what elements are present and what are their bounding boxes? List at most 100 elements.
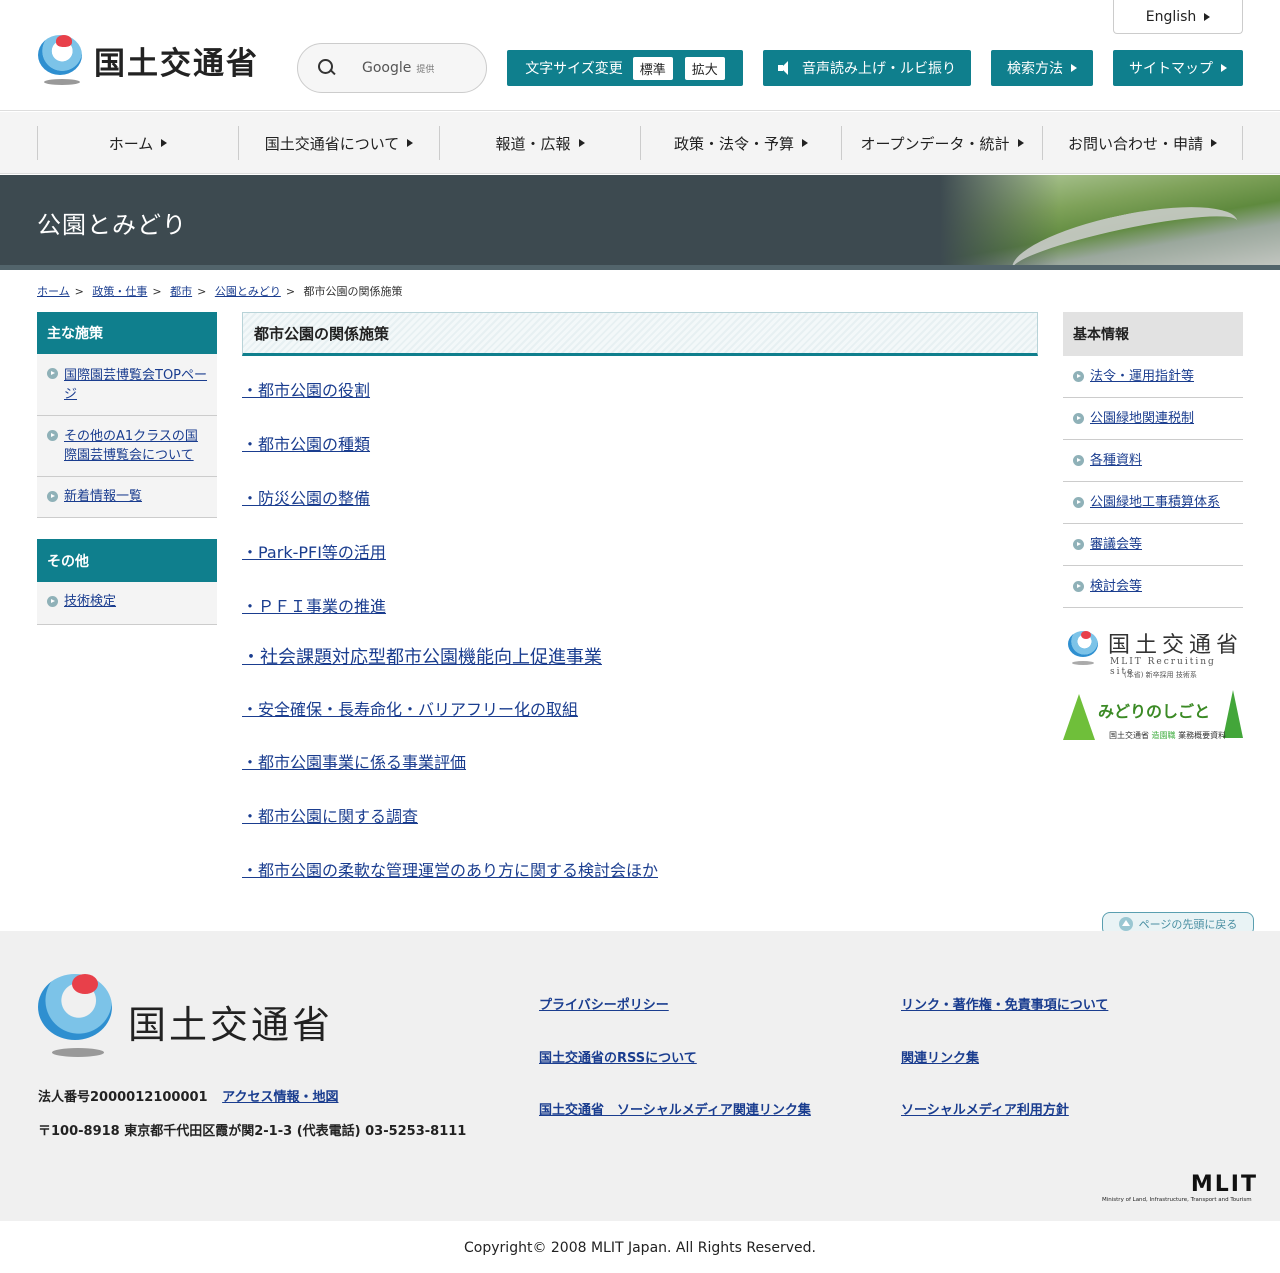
breadcrumb-policy[interactable]: 政策・仕事	[92, 285, 147, 298]
voice-reading-label: 音声読み上げ・ルビ振り	[802, 61, 956, 77]
footer-logo-text: 国土交通省	[128, 1003, 334, 1047]
nav-item-policy[interactable]: 政策・法令・予算	[640, 126, 841, 160]
search-method-label: 検索方法	[1007, 61, 1063, 77]
link-park-survey[interactable]: ・都市公園に関する調査	[242, 807, 418, 826]
list-item: ・都市公園事業に係る事業評価	[242, 749, 466, 773]
social-media-policy-link[interactable]: ソーシャルメディア利用方針	[901, 1099, 1069, 1118]
sidebar-heading-other: その他	[37, 539, 217, 582]
triangle-right-icon	[578, 139, 585, 147]
english-link[interactable]: English	[1113, 0, 1243, 34]
page-title: 都市公園の関係施策	[242, 312, 1038, 356]
list-item: ・Park-PFI等の活用	[242, 539, 386, 563]
rss-link[interactable]: 国土交通省のRSSについて	[539, 1047, 697, 1066]
breadcrumb-home[interactable]: ホーム	[37, 285, 70, 298]
list-item: ・安全確保・長寿命化・バリアフリー化の取組	[242, 696, 578, 720]
copyright-disclaimer-link[interactable]: リンク・著作権・免責事項について	[901, 994, 1108, 1013]
search-box[interactable]: Google 提供	[297, 43, 487, 93]
recruit-banner[interactable]: 国土交通省 MLIT Recruiting site (本省) 新卒採用 技術系	[1066, 627, 1244, 683]
green-banner-caption: 国土交通省 造園職 業務概要資料	[1109, 730, 1226, 741]
link-disaster-park[interactable]: ・防災公園の整備	[242, 489, 370, 508]
arrow-up-icon	[1118, 917, 1133, 931]
copyright: Copyright© 2008 MLIT Japan. All Rights R…	[464, 1239, 816, 1256]
sidebar-item: 新着情報一覧	[37, 477, 217, 518]
footer-address: 〒100-8918 東京都千代田区霞が関2-1-3 (代表電話) 03-5253…	[38, 1124, 467, 1139]
link-safety-barrierfree[interactable]: ・安全確保・長寿命化・バリアフリー化の取組	[242, 700, 578, 719]
sidebar-item-committees[interactable]: 検討会等	[1090, 579, 1142, 594]
sidebar-heading-basic: 基本情報	[1063, 312, 1243, 356]
font-size-label: 文字サイズ変更	[525, 61, 623, 77]
sidebar-item-cost-system[interactable]: 公園緑地工事積算体系	[1090, 495, 1220, 510]
circle-arrow-icon	[47, 430, 58, 441]
sidebar-item-tech-exam[interactable]: 技術検定	[64, 594, 116, 609]
nav-item-about[interactable]: 国土交通省について	[238, 126, 439, 160]
privacy-policy-link[interactable]: プライバシーポリシー	[539, 994, 669, 1013]
global-nav: ホーム 国土交通省について 報道・広報 政策・法令・予算 オープンデータ・統計 …	[0, 112, 1280, 174]
nav-item-contact[interactable]: お問い合わせ・申請	[1042, 126, 1243, 160]
sidebar-heading-main: 主な施策	[37, 312, 217, 354]
mlit-wordmark-sub: Ministry of Land, Infrastructure, Transp…	[1102, 1197, 1252, 1203]
sidebar-item-laws[interactable]: 法令・運用指針等	[1090, 369, 1194, 384]
nav-item-label: ホーム	[108, 134, 154, 153]
circle-arrow-icon	[47, 596, 58, 607]
triangle-right-icon	[407, 139, 414, 147]
triangle-right-icon	[1211, 139, 1217, 147]
english-label: English	[1145, 8, 1197, 25]
tree-icon	[1063, 694, 1095, 740]
font-size-standard-button[interactable]: 標準	[632, 56, 673, 80]
sidebar-item-councils[interactable]: 審議会等	[1090, 537, 1142, 552]
voice-reading-button[interactable]: 音声読み上げ・ルビ振り	[763, 50, 971, 86]
triangle-right-icon	[1204, 12, 1211, 21]
sidebar-item: 審議会等	[1063, 524, 1243, 566]
sidebar-item-documents[interactable]: 各種資料	[1090, 453, 1142, 468]
circle-arrow-icon	[1073, 413, 1084, 424]
main-content: 都市公園の関係施策 ・都市公園の役割 ・都市公園の種類 ・防災公園の整備 ・Pa…	[242, 312, 1038, 880]
search-method-button[interactable]: 検索方法	[991, 50, 1093, 86]
related-links-link[interactable]: 関連リンク集	[901, 1047, 979, 1066]
nav-item-press[interactable]: 報道・広報	[439, 126, 640, 160]
sidebar-item-news[interactable]: 新着情報一覧	[64, 489, 142, 504]
social-media-links-link[interactable]: 国土交通省 ソーシャルメディア関連リンク集	[539, 1099, 811, 1118]
search-icon[interactable]	[318, 59, 336, 77]
sitemap-button[interactable]: サイトマップ	[1113, 50, 1243, 86]
access-map-link[interactable]: アクセス情報・地図	[222, 1090, 338, 1105]
sidebar-item-expo-top[interactable]: 国際園芸博覧会TOPページ	[64, 368, 207, 402]
green-work-banner[interactable]: みどりのしごと 国土交通省 造園職 業務概要資料	[1063, 690, 1243, 748]
circle-arrow-icon	[1073, 455, 1084, 466]
sidebar-item: その他のA1クラスの国際園芸博覧会について	[37, 416, 217, 477]
breadcrumb: ホーム > 政策・仕事 > 都市 > 公園とみどり > 都市公園の関係施策	[37, 283, 403, 299]
sidebar-item: 各種資料	[1063, 440, 1243, 482]
right-sidebar: 基本情報 法令・運用指針等 公園緑地関連税制 各種資料 公園緑地工事積算体系 審…	[1063, 312, 1243, 608]
link-social-issue-project[interactable]: ・社会課題対応型都市公園機能向上促進事業	[242, 647, 602, 668]
sidebar-item: 国際園芸博覧会TOPページ	[37, 354, 217, 416]
link-project-evaluation[interactable]: ・都市公園事業に係る事業評価	[242, 753, 466, 772]
nav-item-opendata[interactable]: オープンデータ・統計	[841, 126, 1042, 160]
green-banner-org: 国土交通省	[1109, 731, 1149, 740]
breadcrumb-city[interactable]: 都市	[170, 285, 192, 298]
circle-arrow-icon	[1073, 371, 1084, 382]
sidebar-item: 公園緑地工事積算体系	[1063, 482, 1243, 524]
circle-arrow-icon	[47, 491, 58, 502]
recruit-banner-title: 国土交通省	[1108, 633, 1244, 658]
breadcrumb-parks[interactable]: 公園とみどり	[215, 285, 281, 298]
nav-item-home[interactable]: ホーム	[37, 126, 238, 160]
corporate-number: 法人番号2000012100001 アクセス情報・地図	[38, 1086, 338, 1105]
mlit-emblem-icon	[1066, 629, 1100, 667]
site-logo-text: 国土交通省	[94, 45, 259, 82]
link-flexible-management[interactable]: ・都市公園の柔軟な管理運営のあり方に関する検討会ほか	[242, 861, 658, 880]
sidebar-item-a1-expo[interactable]: その他のA1クラスの国際園芸博覧会について	[64, 429, 198, 463]
site-logo[interactable]: 国土交通省	[36, 33, 259, 87]
sidebar-item-tax[interactable]: 公園緑地関連税制	[1090, 411, 1194, 426]
sidebar-item: 法令・運用指針等	[1063, 356, 1243, 398]
triangle-right-icon	[1017, 139, 1024, 147]
link-park-pfi[interactable]: ・Park-PFI等の活用	[242, 543, 386, 562]
link-park-role[interactable]: ・都市公園の役割	[242, 381, 370, 400]
font-size-large-button[interactable]: 拡大	[684, 56, 725, 80]
category-title: 公園とみどり	[37, 211, 187, 239]
nav-item-label: お問い合わせ・申請	[1067, 134, 1203, 153]
link-park-types[interactable]: ・都市公園の種類	[242, 435, 370, 454]
footer-logo[interactable]: 国土交通省	[38, 972, 338, 1062]
link-pfi-project[interactable]: ・ＰＦＩ事業の推進	[242, 597, 386, 616]
breadcrumb-separator: >	[152, 285, 162, 298]
corporate-number-text: 法人番号2000012100001	[38, 1090, 208, 1105]
nav-item-label: オープンデータ・統計	[860, 134, 1010, 153]
